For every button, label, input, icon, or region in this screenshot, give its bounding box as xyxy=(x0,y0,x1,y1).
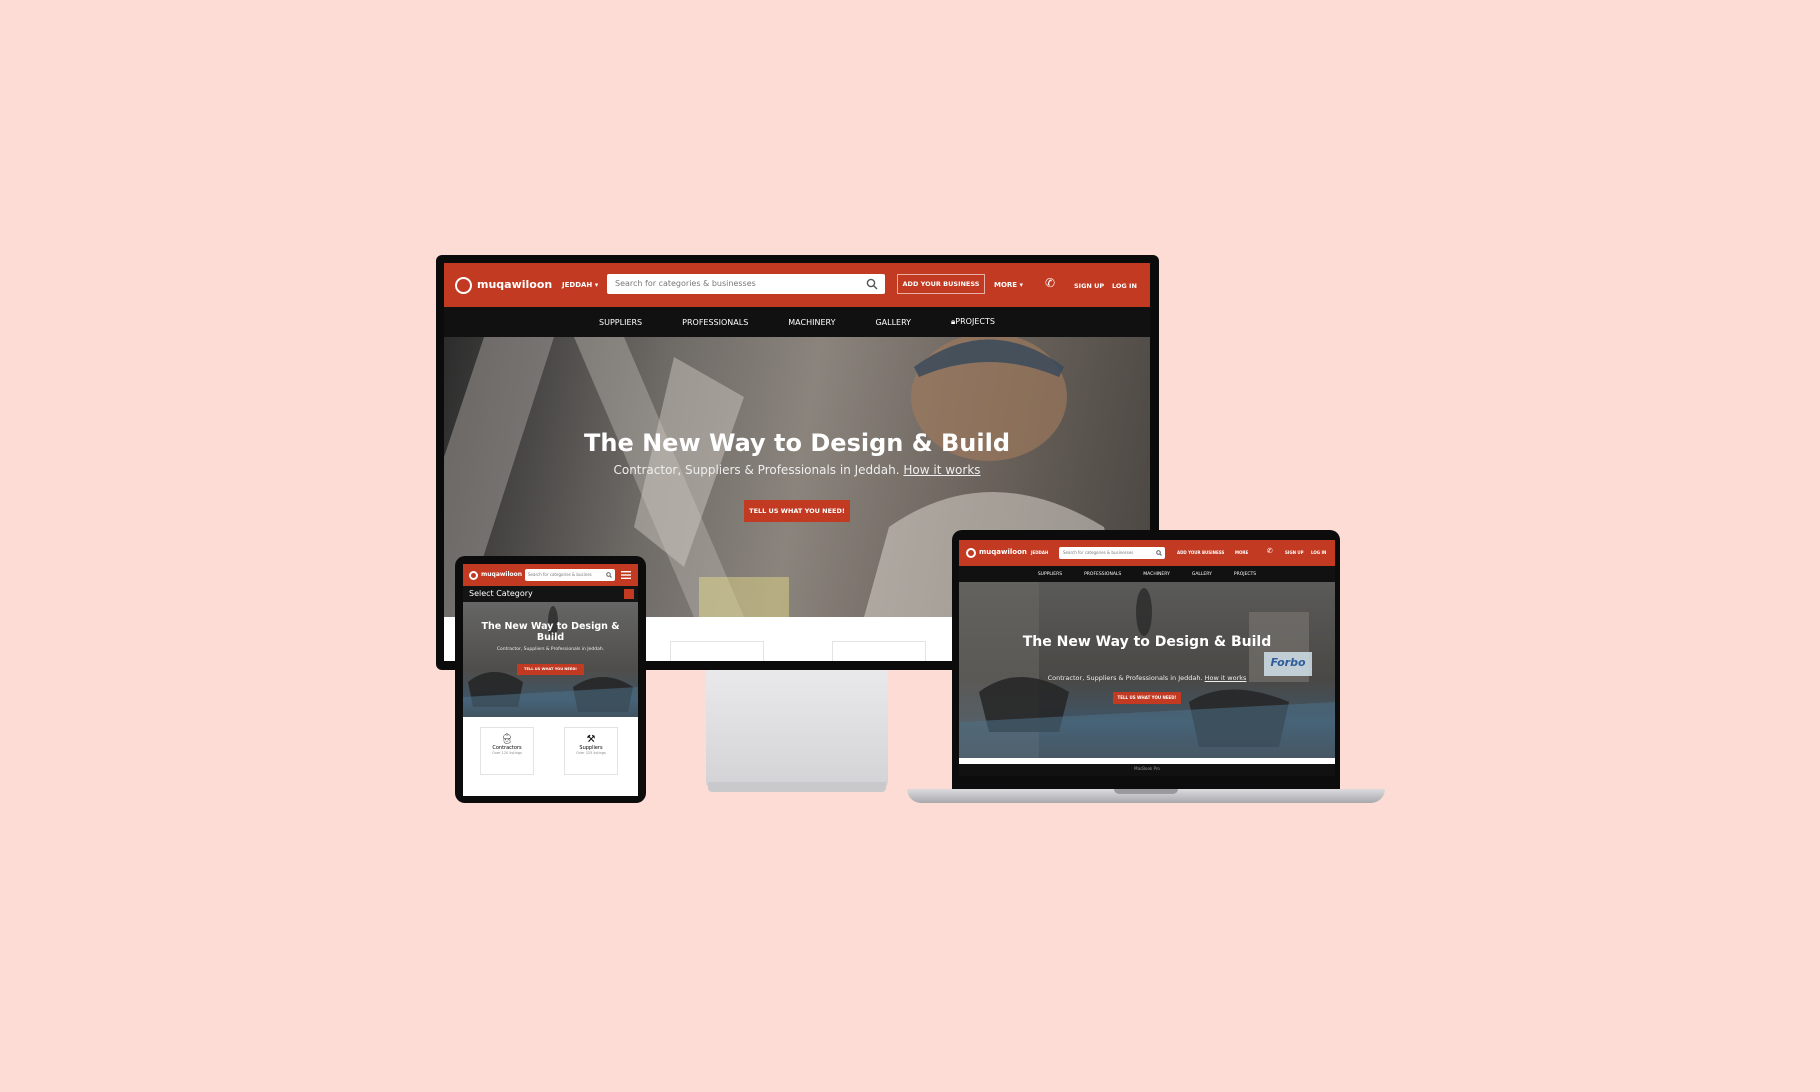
phone-icon[interactable]: ✆ xyxy=(1045,276,1055,290)
how-it-works-link[interactable]: How it works xyxy=(903,463,980,477)
logo-icon[interactable] xyxy=(966,548,976,558)
site-header: muqawiloon JEDDAH ▾ Search for categorie… xyxy=(444,263,1150,307)
logo-icon[interactable] xyxy=(469,571,478,580)
how-it-works-link[interactable]: How it works xyxy=(1205,674,1247,682)
log-in-link[interactable]: LOG IN xyxy=(1112,282,1137,290)
city-selector[interactable]: JEDDAH xyxy=(1031,550,1048,555)
hero-subtitle: Contractor, Suppliers & Professionals in… xyxy=(444,463,1150,477)
laptop-screen-bottom: MacBook Pro xyxy=(959,758,1335,776)
laptop-notch xyxy=(1114,789,1178,794)
site-header: muqawiloon JEDDAH Search for categories … xyxy=(959,540,1335,566)
card-placeholder xyxy=(670,641,764,661)
tell-us-button[interactable]: TELL US WHAT YOU NEED! xyxy=(517,664,584,675)
worker-icon: 👷︎ xyxy=(500,734,514,745)
nav-item-projects[interactable]: 🔒︎PROJECTS xyxy=(951,317,995,327)
nav-item-gallery[interactable]: GALLERY xyxy=(1192,572,1212,577)
card-subtitle: Over 325 listings xyxy=(576,751,606,755)
tell-us-button[interactable]: TELL US WHAT YOU NEED! xyxy=(1113,692,1181,704)
forbo-watermark: Forbo xyxy=(1264,652,1312,676)
more-menu[interactable]: MORE ▾ xyxy=(994,281,1023,289)
category-bar[interactable]: Select Category xyxy=(463,586,638,602)
search-placeholder: Search for categories & busines xyxy=(528,572,592,577)
category-card-suppliers[interactable]: ⚒︎ Suppliers Over 325 listings xyxy=(564,727,618,775)
menu-icon[interactable] xyxy=(624,589,634,599)
search-icon[interactable] xyxy=(606,572,612,578)
logo-icon[interactable] xyxy=(455,277,472,294)
search-icon[interactable] xyxy=(1156,550,1162,556)
nav-item-machinery[interactable]: MACHINERY xyxy=(1143,572,1170,577)
more-label: MORE xyxy=(994,281,1018,289)
brand-name[interactable]: muqawiloon xyxy=(481,571,522,578)
category-cards: 👷︎ Contractors Over 120 listings ⚒︎ Supp… xyxy=(463,717,638,796)
search-input[interactable]: Search for categories & businesses xyxy=(607,274,885,294)
brand-name[interactable]: muqawiloon xyxy=(979,548,1027,556)
log-in-link[interactable]: LOG IN xyxy=(1311,550,1326,555)
monitor-stand xyxy=(706,670,888,788)
nav-item-projects[interactable]: PROJECTS xyxy=(1234,572,1256,577)
tell-us-button[interactable]: TELL US WHAT YOU NEED! xyxy=(744,500,850,522)
tablet-screen: muqawiloon Search for categories & busin… xyxy=(463,564,638,796)
search-icon[interactable] xyxy=(866,278,878,290)
search-placeholder: Search for categories & businesses xyxy=(615,279,756,288)
hero-photo xyxy=(463,606,638,717)
search-input[interactable]: Search for categories & busines xyxy=(525,569,615,581)
hero-section: The New Way to Design & Build Contractor… xyxy=(463,602,638,717)
phone-icon[interactable]: ✆ xyxy=(1267,547,1273,555)
brand-name[interactable]: muqawiloon xyxy=(477,278,552,291)
hero-subtitle-text: Contractor, Suppliers & Professionals in… xyxy=(613,463,900,477)
sign-up-link[interactable]: SIGN UP xyxy=(1285,550,1304,555)
chevron-down-icon: ▾ xyxy=(594,281,599,289)
hero-title: The New Way to Design & Build xyxy=(481,621,620,643)
main-nav: SUPPLIERS PROFESSIONALS MACHINERY GALLER… xyxy=(959,566,1335,582)
hero-subtitle: Contractor, Suppliers & Professionals in… xyxy=(959,674,1335,682)
sign-up-link[interactable]: SIGN UP xyxy=(1074,282,1104,290)
nav-item-suppliers[interactable]: SUPPLIERS xyxy=(1038,572,1062,577)
add-business-button[interactable]: ADD YOUR BUSINESS xyxy=(1177,550,1224,555)
nav-item-professionals[interactable]: PROFESSIONALS xyxy=(1084,572,1121,577)
hero-title: The New Way to Design & Build xyxy=(584,429,1010,457)
add-business-button[interactable]: ADD YOUR BUSINESS xyxy=(897,274,985,294)
nav-projects-label: PROJECTS xyxy=(955,317,995,326)
laptop-screen: muqawiloon JEDDAH Search for categories … xyxy=(959,540,1335,776)
menu-icon[interactable] xyxy=(621,571,631,579)
card-subtitle: Over 120 listings xyxy=(492,751,522,755)
search-input[interactable]: Search for categories & businesses xyxy=(1059,547,1165,559)
chevron-down-icon: ▾ xyxy=(1019,281,1024,289)
hero-title: The New Way to Design & Build xyxy=(1022,634,1272,650)
select-category-label: Select Category xyxy=(469,589,533,598)
hero-subtitle-text: Contractor, Suppliers & Professionals in… xyxy=(1047,674,1203,682)
city-selector[interactable]: JEDDAH ▾ xyxy=(562,281,598,289)
hero-section: Forbo The New Way to Design & Build Cont… xyxy=(959,582,1335,758)
main-nav: SUPPLIERS PROFESSIONALS MACHINERY GALLER… xyxy=(444,307,1150,337)
hero-subtitle: Contractor, Suppliers & Professionals in… xyxy=(496,647,605,652)
monitor-foot xyxy=(708,782,886,792)
content-strip xyxy=(959,758,1335,764)
site-header: muqawiloon Search for categories & busin… xyxy=(463,564,638,586)
search-placeholder: Search for categories & businesses xyxy=(1063,550,1134,555)
more-menu[interactable]: MORE xyxy=(1235,550,1248,555)
city-label: JEDDAH xyxy=(562,281,593,289)
nav-item-professionals[interactable]: PROFESSIONALS xyxy=(682,318,748,327)
laptop-model-label: MacBook Pro xyxy=(1134,766,1160,771)
nav-item-suppliers[interactable]: SUPPLIERS xyxy=(599,318,642,327)
nav-item-gallery[interactable]: GALLERY xyxy=(875,318,911,327)
card-placeholder xyxy=(832,641,926,661)
category-card-contractors[interactable]: 👷︎ Contractors Over 120 listings xyxy=(480,727,534,775)
tools-icon: ⚒︎ xyxy=(586,734,596,745)
nav-item-machinery[interactable]: MACHINERY xyxy=(788,318,835,327)
